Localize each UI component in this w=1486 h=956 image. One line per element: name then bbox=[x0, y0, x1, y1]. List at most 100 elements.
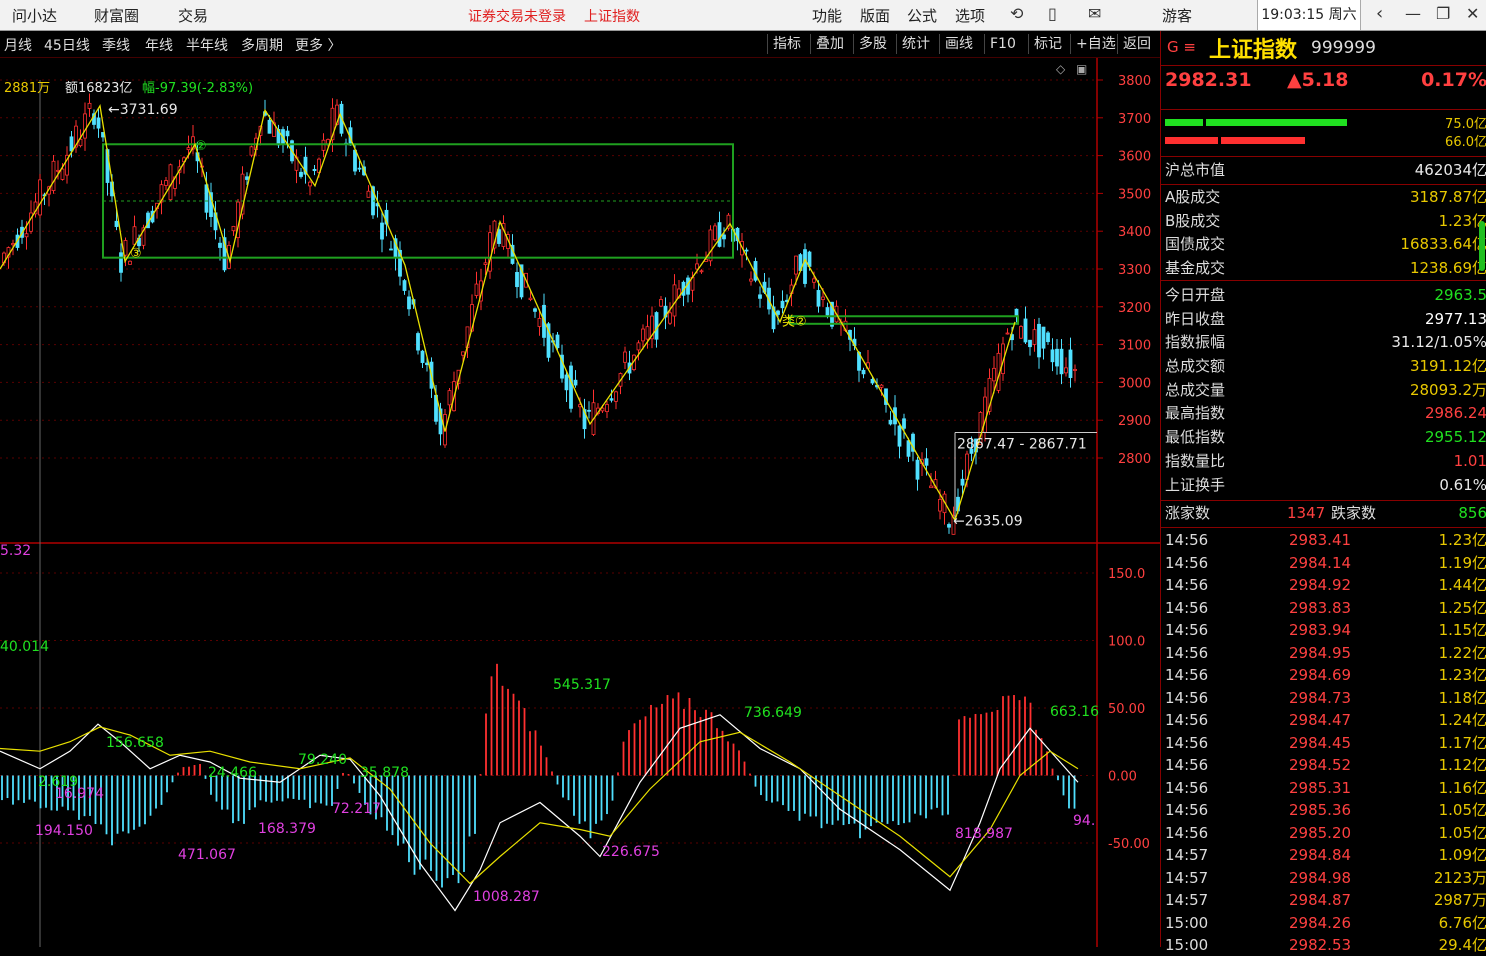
tick-volume: 2123万 bbox=[1434, 867, 1486, 889]
tick-time: 14:57 bbox=[1165, 844, 1208, 866]
up-label: 涨家数 bbox=[1165, 502, 1210, 524]
back-icon[interactable]: ‹ bbox=[1376, 3, 1383, 24]
candle-body bbox=[268, 120, 271, 133]
tick-time: 14:56 bbox=[1165, 619, 1208, 641]
btn-return[interactable]: 返回 bbox=[1117, 34, 1156, 54]
tick-volume: 1.05亿 bbox=[1439, 799, 1486, 821]
btn-draw[interactable]: 画线 bbox=[939, 34, 978, 54]
tick-price: 2984.87 bbox=[1289, 889, 1351, 911]
tick-row: 14:562984.471.24亿 bbox=[1165, 709, 1486, 731]
tick-row: 14:562985.311.16亿 bbox=[1165, 777, 1486, 799]
price-annotation: 2867.47 - 2867.71 bbox=[957, 436, 1087, 452]
candle-body bbox=[300, 172, 303, 176]
close-icon[interactable]: ✕ bbox=[1466, 4, 1479, 23]
phone-icon[interactable]: ▯ bbox=[1048, 4, 1057, 23]
candle-body bbox=[1042, 327, 1045, 348]
candle-body bbox=[70, 137, 73, 151]
btn-overlay[interactable]: 叠加 bbox=[810, 34, 849, 54]
tick-price: 2985.20 bbox=[1289, 822, 1351, 844]
macd-value-label: 736.649 bbox=[744, 705, 802, 721]
menu-function[interactable]: 功能 bbox=[812, 5, 842, 26]
tick-volume: 29.4亿 bbox=[1439, 934, 1486, 956]
candle-body bbox=[795, 256, 798, 274]
btn-add-watch[interactable]: +自选 bbox=[1070, 34, 1121, 54]
quote-name: 上证指数 bbox=[1209, 32, 1297, 64]
expand-icon[interactable]: ▣ bbox=[1076, 62, 1087, 76]
btn-stats[interactable]: 统计 bbox=[896, 34, 935, 54]
login-status[interactable]: 证券交易未登录 bbox=[468, 6, 566, 26]
candle-body bbox=[574, 380, 577, 385]
candle-body bbox=[205, 185, 208, 212]
stat-label: 国债成交 bbox=[1165, 233, 1225, 255]
quote-change: ▲5.18 bbox=[1287, 69, 1349, 91]
period-45day[interactable]: 45日线 bbox=[44, 35, 90, 55]
kline-chart[interactable]: 3800370036003500340033003200310030002900… bbox=[0, 58, 1160, 947]
price-tick-label: 3700 bbox=[1118, 112, 1151, 127]
maximize-icon[interactable]: ❐ bbox=[1436, 4, 1450, 23]
stat-label: 上证换手 bbox=[1165, 474, 1225, 496]
info-volume: 2881万 bbox=[4, 81, 50, 96]
mail-icon[interactable]: ✉ bbox=[1088, 4, 1101, 23]
candle-body bbox=[871, 379, 874, 383]
btn-multistock[interactable]: 多股 bbox=[853, 34, 892, 54]
candle-body bbox=[660, 299, 663, 306]
tick-volume: 1.12亿 bbox=[1439, 754, 1486, 776]
price-tick-label: 3400 bbox=[1118, 225, 1151, 240]
macd-value-label: 16.974 bbox=[55, 786, 104, 802]
stat-label: 总成交额 bbox=[1165, 355, 1225, 377]
period-month[interactable]: 月线 bbox=[4, 35, 32, 55]
stat-value: 462034亿 bbox=[1415, 159, 1486, 181]
price-tick-label: 3000 bbox=[1118, 376, 1151, 391]
refresh-icon[interactable]: ⟲ bbox=[1010, 4, 1023, 23]
user-label[interactable]: 游客 bbox=[1162, 5, 1192, 26]
tick-price: 2984.73 bbox=[1289, 687, 1351, 709]
period-quarter[interactable]: 季线 bbox=[102, 35, 130, 55]
diamond-icon[interactable]: ◇ bbox=[1056, 62, 1066, 76]
macd-value-label: 94. bbox=[1073, 813, 1095, 829]
macd-tick-label: 0.00 bbox=[1108, 770, 1137, 785]
macd-value-label: 72.217 bbox=[332, 801, 381, 817]
tick-volume: 1.44亿 bbox=[1439, 574, 1486, 596]
tick-row: 14:562984.521.12亿 bbox=[1165, 754, 1486, 776]
candle-body bbox=[993, 368, 996, 381]
period-halfyear[interactable]: 半年线 bbox=[186, 35, 228, 55]
candle-body bbox=[880, 385, 883, 387]
period-year[interactable]: 年线 bbox=[145, 35, 173, 55]
period-multi[interactable]: 多周期 bbox=[241, 35, 283, 55]
stat-value: 2955.12 bbox=[1425, 426, 1486, 448]
tick-price: 2984.84 bbox=[1289, 844, 1351, 866]
candle-body bbox=[804, 250, 807, 284]
btn-f10[interactable]: F10 bbox=[984, 34, 1021, 54]
tick-row: 15:002982.5329.4亿 bbox=[1165, 934, 1486, 956]
tick-price: 2982.53 bbox=[1289, 934, 1351, 956]
macd-value-label: 818.987 bbox=[955, 826, 1013, 842]
tick-price: 2984.14 bbox=[1289, 552, 1351, 574]
tick-time: 14:56 bbox=[1165, 799, 1208, 821]
menu-wenxiaoda[interactable]: 问小达 bbox=[12, 5, 57, 26]
box-label: 类② bbox=[782, 315, 807, 330]
candle-body bbox=[817, 290, 820, 306]
btn-indicator[interactable]: 指标 bbox=[767, 34, 806, 54]
quote-code: 999999 bbox=[1311, 38, 1376, 58]
candle-body bbox=[250, 147, 253, 155]
stat-row: 总成交额3191.12亿 bbox=[1165, 355, 1486, 377]
tick-price: 2984.52 bbox=[1289, 754, 1351, 776]
candle-body bbox=[718, 223, 721, 247]
menu-options[interactable]: 选项 bbox=[955, 5, 985, 26]
tick-price: 2983.83 bbox=[1289, 597, 1351, 619]
period-more[interactable]: 更多 〉 bbox=[295, 35, 341, 55]
panel-scrollbar[interactable] bbox=[1479, 221, 1485, 271]
menu-formula[interactable]: 公式 bbox=[907, 5, 937, 26]
candle-body bbox=[750, 279, 753, 281]
macd-value-label: 194.150 bbox=[35, 823, 93, 839]
candle-body bbox=[313, 169, 316, 170]
btn-mark[interactable]: 标记 bbox=[1028, 34, 1067, 54]
macd-value-label: 168.379 bbox=[258, 821, 316, 837]
menu-caifuquan[interactable]: 财富圈 bbox=[94, 5, 139, 26]
menu-trade[interactable]: 交易 bbox=[178, 5, 208, 26]
stat-label: 最高指数 bbox=[1165, 402, 1225, 424]
minimize-icon[interactable]: — bbox=[1405, 4, 1421, 23]
price-tick-label: 2900 bbox=[1118, 414, 1151, 429]
candle-body bbox=[813, 279, 816, 282]
menu-layout[interactable]: 版面 bbox=[860, 5, 890, 26]
